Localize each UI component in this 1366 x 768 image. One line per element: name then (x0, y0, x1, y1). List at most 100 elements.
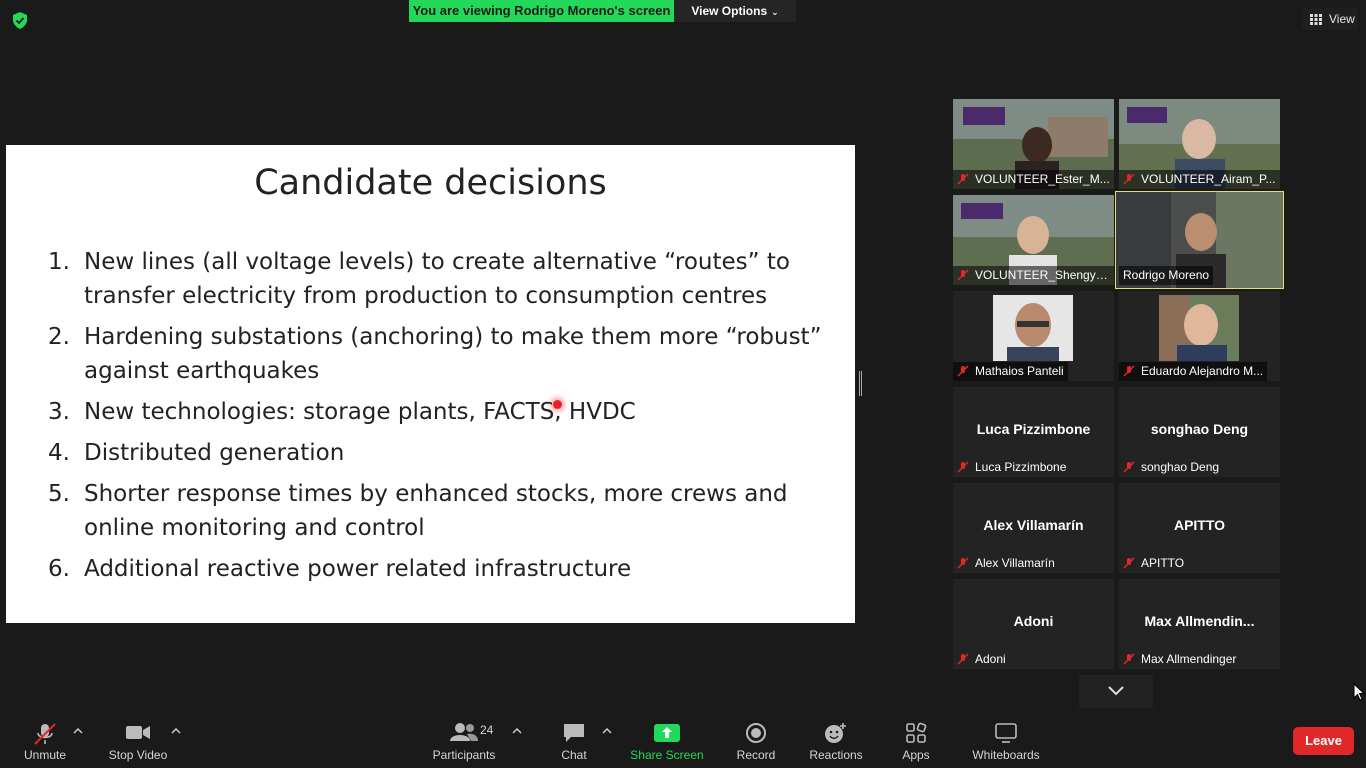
share-screen-icon (654, 724, 680, 742)
apps-button[interactable]: Apps (896, 714, 936, 768)
reactions-label: Reactions (809, 748, 863, 762)
list-text: Additional reactive power related infras… (84, 556, 632, 582)
avatar (993, 295, 1073, 361)
chat-label: Chat (561, 748, 587, 762)
leave-button[interactable]: Leave (1293, 727, 1354, 755)
participant-name: VOLUNTEER_Ester_M... (953, 170, 1114, 189)
chevron-up-icon[interactable] (171, 726, 181, 736)
chevron-down-icon (1108, 686, 1124, 696)
list-item: 5. Shorter response times by enhanced sto… (48, 477, 838, 545)
participant-name: Max Allmendinger (1119, 650, 1240, 669)
mouse-cursor-icon (1353, 683, 1365, 701)
participants-icon (450, 723, 478, 741)
apps-icon (906, 722, 927, 743)
list-number: 1. (48, 249, 70, 275)
participant-tile[interactable]: VOLUNTEER_Ester_M... (953, 99, 1114, 189)
muted-mic-icon (957, 269, 969, 281)
list-item: 4. Distributed generation (48, 436, 838, 470)
grid-icon (1310, 14, 1322, 25)
participant-name: VOLUNTEER_Shengye... (953, 266, 1114, 285)
whiteboard-icon (995, 723, 1017, 743)
muted-mic-icon (1123, 653, 1135, 665)
participant-name: Mathaios Panteli (953, 362, 1068, 381)
chevron-up-icon[interactable] (73, 726, 83, 736)
muted-mic-icon (957, 461, 969, 473)
unmute-button[interactable]: Unmute (16, 714, 74, 768)
laser-pointer (553, 400, 562, 409)
muted-mic-icon (957, 653, 969, 665)
chevron-up-icon[interactable] (512, 726, 522, 736)
list-number: 5. (48, 481, 70, 507)
slide-title: Candidate decisions (254, 163, 607, 203)
participant-display-name: Luca Pizzimbone (976, 421, 1091, 437)
unmute-label: Unmute (23, 748, 67, 762)
participant-name: VOLUNTEER_Airam_P... (1119, 170, 1280, 189)
participant-name: Alex Villamarín (953, 554, 1059, 573)
list-item: 3. New technologies: storage plants, FACT… (48, 395, 838, 429)
participant-name: songhao Deng (1119, 458, 1223, 477)
whiteboards-button[interactable]: Whiteboards (968, 714, 1044, 768)
muted-mic-icon (1123, 461, 1135, 473)
participant-tile[interactable]: songhao Deng songhao Deng (1119, 387, 1280, 477)
record-icon (746, 723, 766, 743)
stop-video-label: Stop Video (108, 748, 168, 762)
participant-name: APITTO (1119, 554, 1188, 573)
chat-button[interactable]: Chat (552, 714, 596, 768)
gallery-next-page-button[interactable] (1079, 675, 1153, 708)
list-text: Distributed generation (84, 440, 345, 466)
shared-screen: Candidate decisions 1. New lines (all vol… (6, 145, 855, 623)
participant-count: 24 (480, 723, 494, 737)
list-text: New lines (all voltage levels) to create… (84, 249, 790, 309)
participant-tile[interactable]: Adoni Adoni (953, 579, 1114, 669)
participant-display-name: Adoni (1013, 613, 1054, 629)
muted-mic-icon (1123, 173, 1135, 185)
list-number: 2. (48, 324, 70, 350)
muted-mic-icon (957, 365, 969, 377)
view-button-label: View (1329, 12, 1355, 26)
chevron-up-icon[interactable] (602, 726, 612, 736)
reactions-icon (825, 723, 846, 743)
reactions-button[interactable]: Reactions (808, 714, 864, 768)
stop-video-button[interactable]: Stop Video (103, 714, 173, 768)
participant-tile[interactable]: VOLUNTEER_Shengye... (953, 195, 1114, 285)
participant-tile-active[interactable]: Rodrigo Moreno (1115, 191, 1284, 289)
record-button[interactable]: Record (734, 714, 778, 768)
chat-bubble-icon (564, 724, 584, 742)
shield-icon[interactable] (12, 12, 28, 29)
list-number: 3. (48, 399, 70, 425)
muted-mic-icon (1123, 557, 1135, 569)
participant-display-name: songhao Deng (1150, 421, 1249, 437)
view-options-button[interactable]: View Options ⌄ (674, 0, 796, 22)
muted-mic-icon (957, 173, 969, 185)
view-options-label: View Options (691, 4, 768, 18)
viewing-banner: You are viewing Rodrigo Moreno's screen (409, 0, 674, 22)
meeting-toolbar: Unmute Stop Video Participants 24 Chat S… (0, 714, 1366, 768)
participant-tile[interactable]: APITTO APITTO (1119, 483, 1280, 573)
participant-tile[interactable]: Mathaios Panteli (953, 291, 1114, 381)
participant-display-name: Alex Villamarín (983, 517, 1084, 533)
participant-name: Rodrigo Moreno (1119, 266, 1214, 285)
apps-label: Apps (902, 748, 930, 762)
participant-name: Eduardo Alejandro M... (1119, 362, 1268, 381)
whiteboards-label: Whiteboards (972, 748, 1040, 762)
list-item: 2. Hardening substations (anchoring) to m… (48, 320, 838, 388)
avatar (1159, 295, 1239, 361)
list-item: 6. Additional reactive power related infr… (48, 552, 838, 586)
participant-name: Adoni (953, 650, 1010, 669)
muted-mic-icon (1123, 365, 1135, 377)
share-screen-button[interactable]: Share Screen (630, 714, 704, 768)
participant-tile[interactable]: Alex Villamarín Alex Villamarín (953, 483, 1114, 573)
list-text: Hardening substations (anchoring) to mak… (84, 324, 822, 384)
splitter-handle[interactable] (859, 371, 862, 396)
share-screen-label: Share Screen (630, 748, 704, 762)
list-number: 4. (48, 440, 70, 466)
view-button[interactable]: View (1302, 8, 1358, 30)
participant-tile[interactable]: VOLUNTEER_Airam_P... (1119, 99, 1280, 189)
top-bar: You are viewing Rodrigo Moreno's screen … (0, 0, 1366, 30)
list-text: Shorter response times by enhanced stock… (84, 481, 788, 541)
participant-gallery: VOLUNTEER_Ester_M... VOLUNTEER_Airam_P..… (952, 98, 1284, 670)
participant-tile[interactable]: Luca Pizzimbone Luca Pizzimbone (953, 387, 1114, 477)
participant-tile[interactable]: Eduardo Alejandro M... (1119, 291, 1280, 381)
participants-label: Participants (432, 748, 496, 762)
participant-tile[interactable]: Max Allmendin... Max Allmendinger (1119, 579, 1280, 669)
